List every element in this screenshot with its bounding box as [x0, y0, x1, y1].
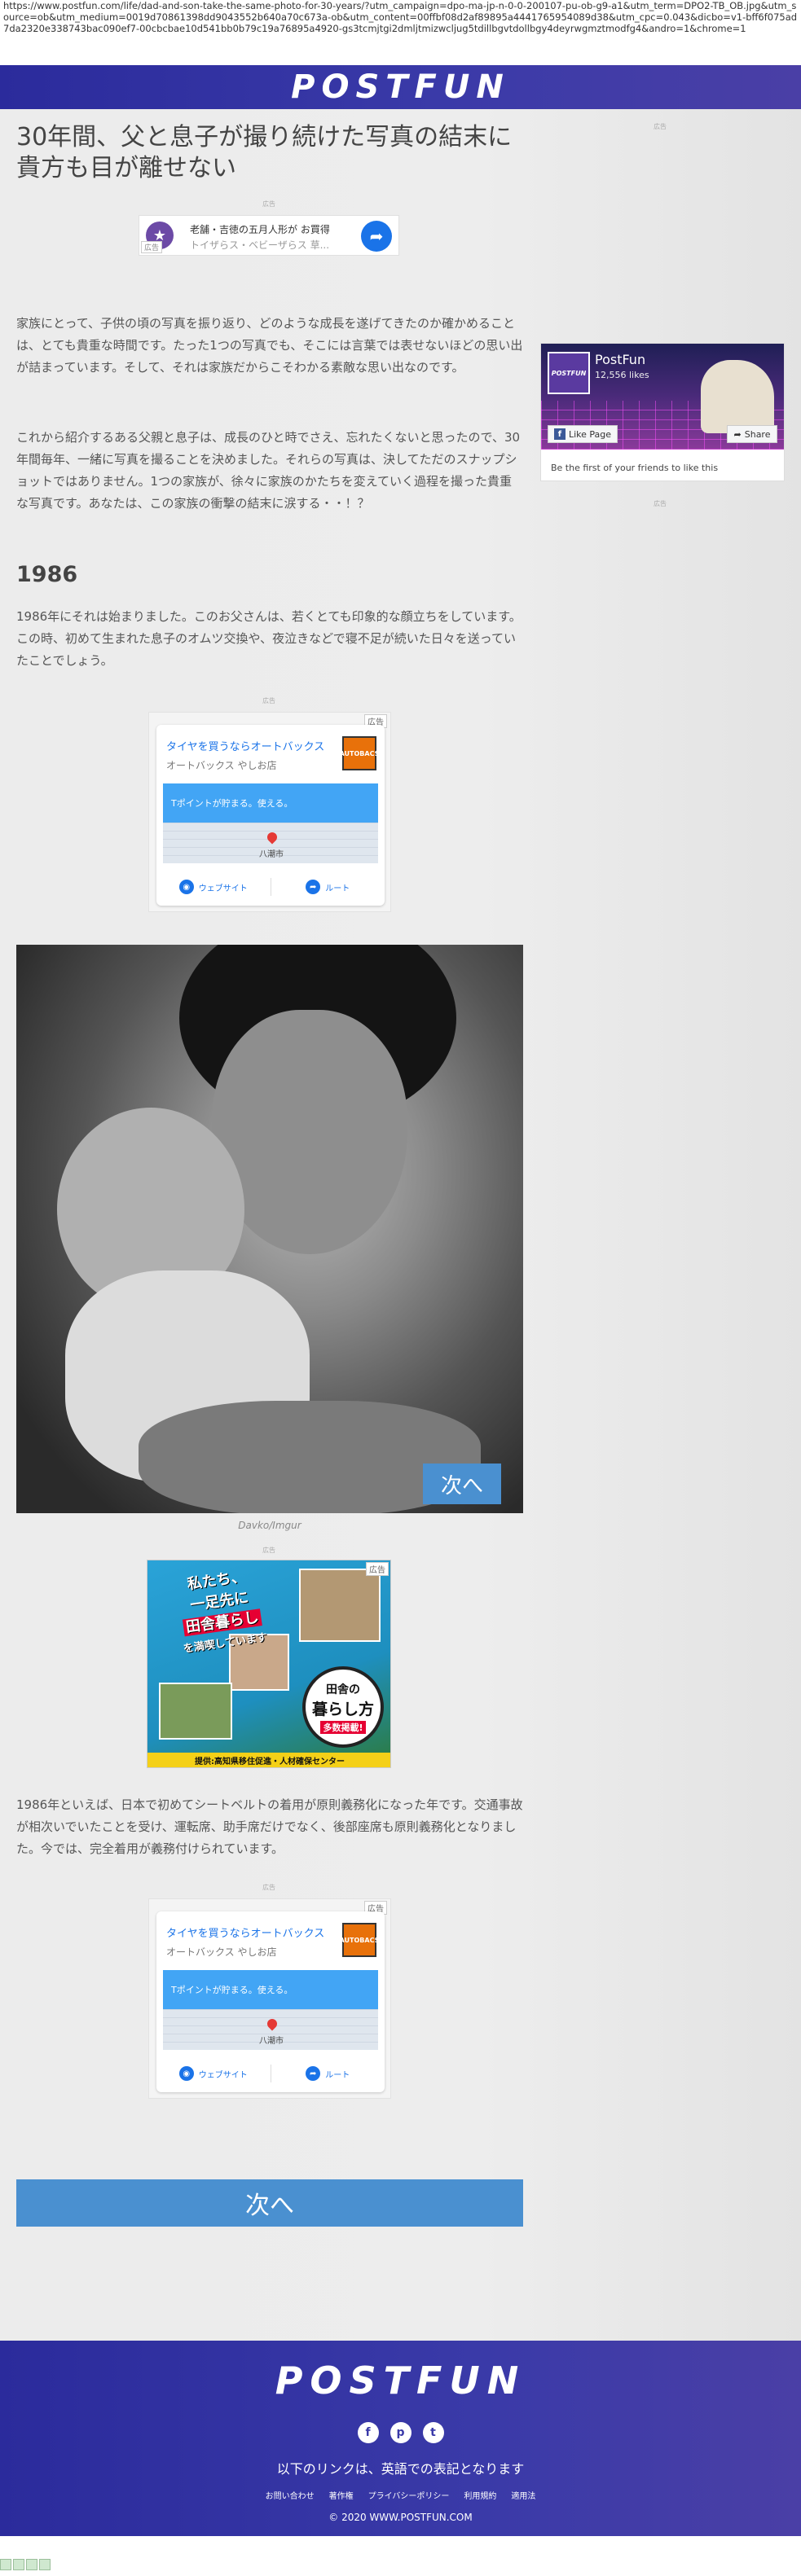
map-city-label: 八潮市: [259, 850, 284, 859]
share-icon: ➦: [733, 428, 742, 440]
pinterest-icon[interactable]: p: [389, 2422, 412, 2443]
facebook-page-name[interactable]: PostFun: [595, 352, 645, 367]
ad-label: 広告: [654, 123, 667, 130]
twitter-icon[interactable]: t: [422, 2422, 444, 2443]
banner-badge-3: 多数掲載!: [320, 1720, 366, 1734]
banner-badge-2: 暮らし方: [311, 1700, 374, 1718]
facebook-likes: 12,556 likes: [595, 370, 649, 380]
ad-small-banner[interactable]: ★ 老舗・吉徳の五月人形が お買得 トイザらス・ベビーザらス 草... ➦ 広告: [139, 215, 399, 256]
ad-website-label: ウェブサイト: [198, 884, 248, 893]
ad-maps-subtitle: オートバックス やしお店: [166, 1946, 277, 1958]
footer-link-law[interactable]: 適用法: [511, 2489, 535, 2501]
article-title: 30年間、父と息子が撮り続けた写真の結末に貴方も目が離せない: [16, 123, 513, 182]
globe-icon: ◉: [178, 2066, 194, 2081]
footer-link-copyright[interactable]: 著作権: [329, 2489, 354, 2501]
footer-link-terms[interactable]: 利用規約: [464, 2489, 496, 2501]
autobacs-logo: AUTOBACS: [340, 736, 379, 770]
site-header: POSTFUN: [0, 65, 801, 109]
facebook-share-label: Share: [744, 428, 771, 440]
ad-maps-subtitle: オートバックス やしお店: [166, 760, 277, 771]
section-heading-year: 1986: [16, 562, 78, 587]
ad-maps-autobacs[interactable]: 広告 タイヤを買うならオートバックス オートバックス やしお店 AUTOBACS…: [148, 712, 391, 912]
image-icon: [13, 2559, 24, 2570]
image-icon: [39, 2559, 51, 2570]
facebook-share-button[interactable]: ➦ Share: [727, 425, 777, 443]
autobacs-logo: AUTOBACS: [340, 1923, 379, 1957]
facebook-cover[interactable]: POSTFUN PostFun 12,556 likes f Like Page…: [541, 344, 784, 450]
banner-footer: 提供:高知県移住促進・人材確保センター: [147, 1753, 390, 1767]
footer-copyright: © 2020 WWW.POSTFUN.COM: [328, 2512, 473, 2523]
ad-website-label: ウェブサイト: [198, 2070, 248, 2080]
ad-label: 広告: [262, 697, 275, 704]
article-paragraph-4: 1986年といえば、日本で初めてシートベルトの着用が原則義務化になった年です。交…: [16, 1797, 523, 1856]
banner-badge-1: 田舎の: [326, 1683, 360, 1696]
directions-icon: ➦: [306, 2066, 321, 2081]
photo-caption: Davko/Imgur: [238, 1520, 301, 1531]
ad-label: 広告: [262, 1884, 275, 1891]
image-icon: [26, 2559, 37, 2570]
ad-label: 広告: [654, 500, 667, 507]
ad-map[interactable]: 八潮市: [163, 2009, 378, 2050]
next-page-button[interactable]: 次へ: [16, 2179, 523, 2227]
ad-inaka-banner[interactable]: 私たち、 一足先に 田舎暮らし を満喫しています 田舎の 暮らし方 多数掲載! …: [147, 1560, 391, 1768]
bottom-icons: [0, 2559, 51, 2570]
article-paragraph-3: 1986年にそれは始まりました。このお父さんは、若くとても印象的な顔立ちをしてい…: [16, 609, 522, 668]
banner-photo: [299, 1569, 381, 1642]
ad-maps-promo[interactable]: Tポイントが貯まる。使える。: [163, 783, 378, 823]
site-logo[interactable]: POSTFUN: [291, 68, 510, 106]
ad-label: 広告: [262, 200, 275, 208]
ad-maps-title[interactable]: タイヤを買うならオートバックス: [166, 738, 324, 753]
facebook-like-label: Like Page: [568, 428, 612, 440]
article-paragraph-1: 家族にとって、子供の頃の写真を振り返り、どのような成長を遂げてきたのか確かめるこ…: [16, 316, 523, 375]
facebook-icon: f: [553, 428, 566, 440]
ad-maps-title[interactable]: タイヤを買うならオートバックス: [166, 1924, 324, 1940]
footer-link-privacy[interactable]: プライバシーポリシー: [368, 2489, 450, 2501]
bottom-bar: [0, 2536, 801, 2576]
ad-map[interactable]: 八潮市: [163, 823, 378, 863]
ad-route-button[interactable]: ➦ ルート: [271, 2060, 385, 2087]
facebook-friends-note: Be the first of your friends to like thi…: [551, 463, 719, 473]
ad-small-line1: 老舗・吉徳の五月人形が お買得: [190, 224, 330, 235]
map-pin-icon: [265, 2016, 279, 2031]
banner-photo: [159, 1683, 232, 1740]
ad-maps-autobacs-2[interactable]: 広告 タイヤを買うならオートバックス オートバックス やしお店 AUTOBACS…: [148, 1898, 391, 2099]
ad-small-line2: トイザらス・ベビーザらス 草...: [190, 239, 330, 251]
ad-route-label: ルート: [325, 2070, 350, 2080]
banner-badge: 田舎の 暮らし方 多数掲載!: [302, 1666, 384, 1748]
arrow-icon[interactable]: ➦: [361, 221, 392, 252]
ad-maps-promo[interactable]: Tポイントが貯まる。使える。: [163, 1970, 378, 2009]
article-paragraph-2: これから紹介するある父親と息子は、成長のひと時でさえ、忘れたくないと思ったので、…: [16, 430, 521, 511]
footer-link-contact[interactable]: お問い合わせ: [266, 2489, 315, 2501]
footer-socials: f p t: [0, 2422, 801, 2443]
ad-route-label: ルート: [325, 884, 350, 893]
facebook-page-widget[interactable]: POSTFUN PostFun 12,556 likes f Like Page…: [540, 343, 785, 481]
facebook-like-button[interactable]: f Like Page: [548, 425, 618, 443]
footer-note: 以下のリンクは、英語での表記となります: [276, 2461, 525, 2477]
ad-route-button[interactable]: ➦ ルート: [271, 873, 385, 901]
ad-website-button[interactable]: ◉ ウェブサイト: [156, 2060, 271, 2087]
photo-next-button[interactable]: 次へ: [423, 1464, 501, 1504]
facebook-avatar[interactable]: POSTFUN: [548, 352, 590, 394]
footer-links: お問い合わせ 著作権 プライバシーポリシー 利用規約 適用法: [0, 2489, 801, 2501]
image-icon: [0, 2559, 11, 2570]
ad-tag[interactable]: 広告: [366, 1562, 389, 1576]
footer-logo[interactable]: POSTFUN: [0, 2359, 801, 2403]
facebook-icon[interactable]: f: [357, 2422, 379, 2443]
site-footer: POSTFUN f p t 以下のリンクは、英語での表記となります お問い合わせ…: [0, 2341, 801, 2536]
url-bar[interactable]: https://www.postfun.com/life/dad-and-son…: [0, 0, 801, 65]
article-photo: [16, 945, 523, 1513]
ad-tag[interactable]: 広告: [141, 241, 163, 253]
cover-llama: [701, 360, 774, 433]
directions-icon: ➦: [306, 880, 321, 894]
ad-website-button[interactable]: ◉ ウェブサイト: [156, 873, 271, 901]
ad-label: 広告: [262, 1547, 275, 1554]
map-city-label: 八潮市: [259, 2037, 284, 2046]
map-pin-icon: [265, 830, 279, 845]
globe-icon: ◉: [178, 880, 194, 894]
